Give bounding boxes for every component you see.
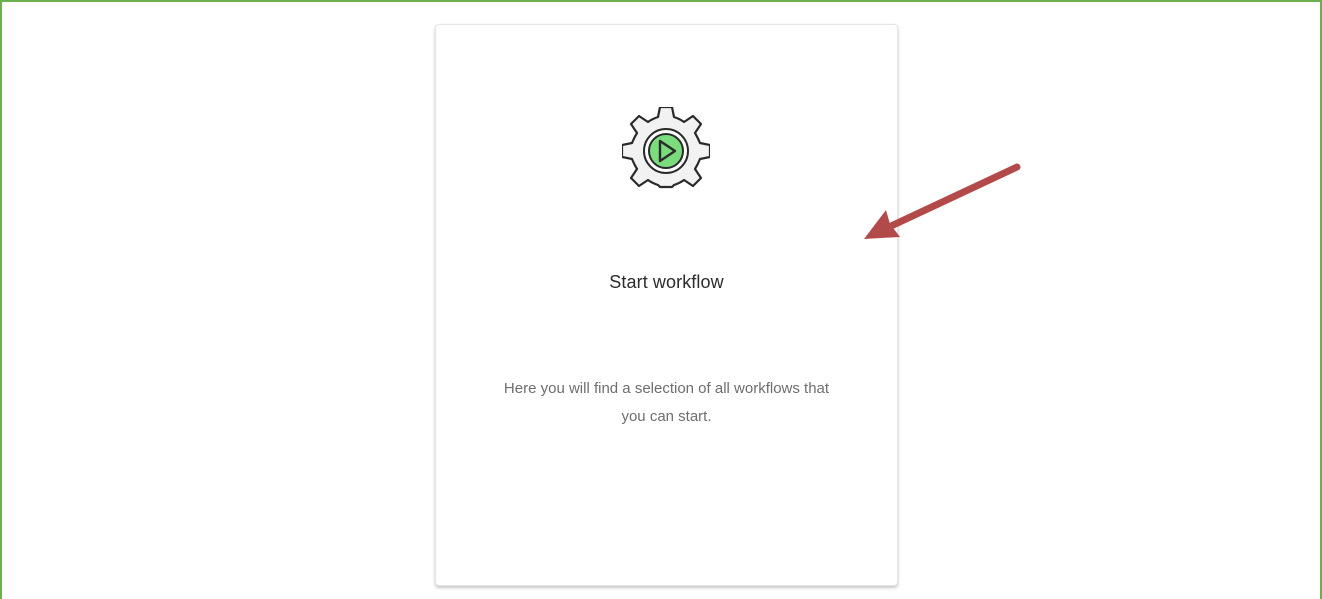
gear-play-icon <box>622 107 710 195</box>
start-workflow-card[interactable]: Start workflow Here you will find a sele… <box>435 24 898 586</box>
card-title: Start workflow <box>609 272 724 292</box>
card-description: Here you will find a selection of all wo… <box>503 380 830 425</box>
arrow-icon <box>842 142 1042 262</box>
content-frame: Start workflow Here you will find a sele… <box>0 0 1322 599</box>
